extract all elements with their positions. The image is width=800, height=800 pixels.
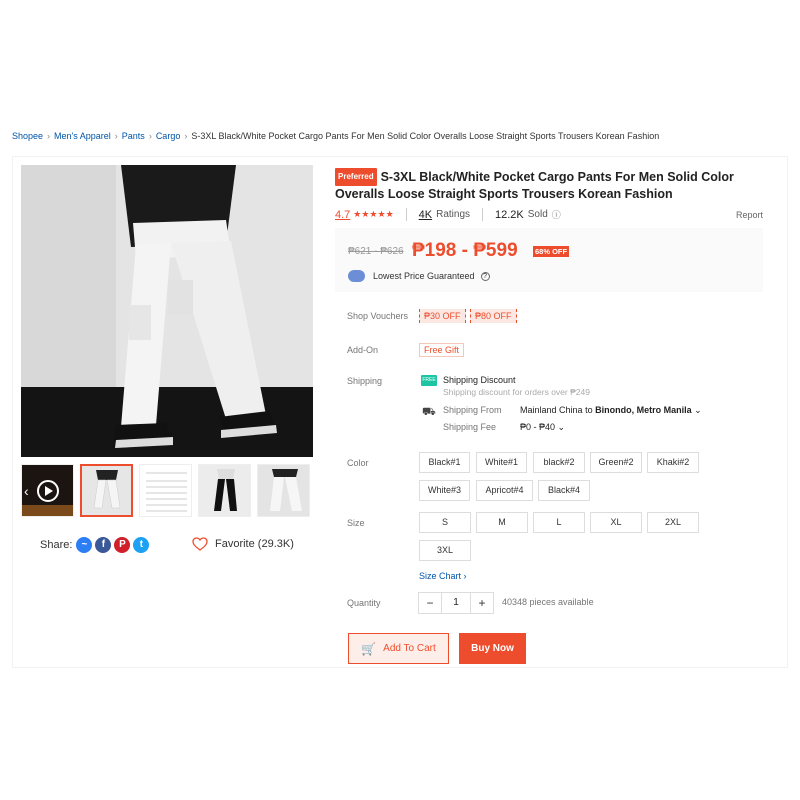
ratings-label: Ratings bbox=[436, 209, 471, 220]
chevron-right-icon: › bbox=[114, 131, 118, 141]
breadcrumb-pants[interactable]: Pants bbox=[122, 131, 145, 141]
report-link[interactable]: Report bbox=[736, 210, 763, 220]
size-option[interactable]: 3XL bbox=[419, 540, 471, 561]
discount-badge: 68% OFF bbox=[533, 246, 570, 257]
thumbnail-image-4[interactable] bbox=[257, 464, 310, 517]
sold-count: 12.2K bbox=[495, 208, 524, 221]
question-icon[interactable]: ? bbox=[480, 271, 490, 281]
quantity-input[interactable]: 1 bbox=[441, 593, 471, 613]
size-label: Size bbox=[347, 518, 365, 528]
size-option[interactable]: S bbox=[419, 512, 471, 533]
voucher-80-off[interactable]: ₱80 OFF bbox=[470, 309, 517, 323]
stock-available: 40348 pieces available bbox=[502, 597, 594, 607]
star-rating-icon: ★★★★★ bbox=[353, 209, 394, 219]
shipping-discount-title: Shipping Discount bbox=[443, 375, 516, 385]
facebook-icon[interactable]: f bbox=[95, 537, 112, 553]
thumbnail-strip: ‹ bbox=[21, 464, 310, 517]
size-option[interactable]: XL bbox=[590, 512, 642, 533]
lowest-price-label: Lowest Price Guaranteed bbox=[373, 271, 475, 281]
favorite-button[interactable]: Favorite (29.3K) bbox=[192, 537, 294, 551]
thumbnail-image-1[interactable] bbox=[80, 464, 133, 517]
size-option[interactable]: L bbox=[533, 512, 585, 533]
current-price: ₱198 - ₱599 bbox=[412, 240, 518, 261]
divider bbox=[405, 208, 407, 221]
shipping-origin: Mainland China bbox=[520, 405, 583, 415]
size-option[interactable]: M bbox=[476, 512, 528, 533]
voucher-30-off[interactable]: ₱30 OFF bbox=[419, 309, 466, 323]
shipping-destination: Binondo, Metro Manila bbox=[595, 405, 692, 415]
breadcrumb-shopee[interactable]: Shopee bbox=[12, 131, 43, 141]
truck-icon: ⛟ bbox=[422, 406, 436, 418]
addon-label: Add-On bbox=[347, 345, 379, 355]
add-to-cart-button[interactable]: 🛒 Add To Cart bbox=[348, 633, 449, 664]
chevron-down-icon: ⌄ bbox=[694, 405, 702, 415]
chevron-down-icon: ⌄ bbox=[557, 422, 566, 432]
free-shipping-icon: FREE bbox=[421, 375, 437, 386]
info-icon[interactable]: ⓘ bbox=[552, 208, 561, 221]
breadcrumb-cargo[interactable]: Cargo bbox=[156, 131, 181, 141]
share-row: Share: ~ f P t bbox=[40, 537, 152, 553]
shipping-fee-amount: ₱0 - ₱40 bbox=[520, 422, 556, 432]
product-stats: 4.7 ★★★★★ 4K Ratings 12.2K Sold ⓘ Report bbox=[335, 208, 763, 221]
shipping-fee-label: Shipping Fee bbox=[443, 422, 497, 432]
size-chart-label: Size Chart bbox=[419, 571, 462, 581]
shipping-to: to bbox=[585, 405, 593, 415]
share-label: Share: bbox=[40, 539, 73, 551]
original-price: ₱621 - ₱626 bbox=[348, 246, 404, 257]
size-chart-link[interactable]: Size Chart › bbox=[419, 571, 467, 581]
plus-button[interactable]: + bbox=[471, 593, 493, 613]
color-option[interactable]: Black#4 bbox=[538, 480, 590, 501]
shipping-from-value[interactable]: Mainland China to Binondo, Metro Manila … bbox=[520, 405, 702, 416]
chevron-right-icon: › bbox=[184, 131, 188, 141]
color-option[interactable]: Khaki#2 bbox=[647, 452, 699, 473]
quantity-stepper: − 1 + bbox=[418, 592, 494, 614]
shipping-label: Shipping bbox=[347, 376, 383, 386]
divider bbox=[482, 208, 484, 221]
color-option[interactable]: Apricot#4 bbox=[476, 480, 533, 501]
sold-label: Sold bbox=[527, 209, 548, 220]
chevron-right-icon: › bbox=[47, 131, 51, 141]
free-gift-tag[interactable]: Free Gift bbox=[419, 343, 465, 357]
chevron-left-icon[interactable]: ‹ bbox=[24, 481, 36, 501]
color-option[interactable]: black#2 bbox=[533, 452, 585, 473]
color-option[interactable]: Black#1 bbox=[419, 452, 470, 473]
ratings-count[interactable]: 4K bbox=[419, 209, 432, 221]
product-main-image[interactable] bbox=[21, 165, 313, 457]
thumbnail-image-3[interactable] bbox=[198, 464, 251, 517]
price-box: ₱621 - ₱626 ₱198 - ₱599 68% OFF Lowest P… bbox=[335, 228, 763, 292]
thumbnail-video[interactable]: ‹ bbox=[21, 464, 74, 517]
size-option[interactable]: 2XL bbox=[647, 512, 699, 533]
chevron-right-icon: › bbox=[148, 131, 152, 141]
breadcrumb-current: S-3XL Black/White Pocket Cargo Pants For… bbox=[191, 131, 660, 141]
product-title-block: Preferred S-3XL Black/White Pocket Cargo … bbox=[335, 168, 755, 202]
shipping-discount-subtitle: Shipping discount for orders over ₱249 bbox=[443, 387, 590, 397]
minus-button[interactable]: − bbox=[419, 593, 441, 613]
twitter-icon[interactable]: t bbox=[133, 537, 150, 553]
rating-value[interactable]: 4.7 bbox=[335, 209, 350, 221]
cart-icon: 🛒 bbox=[361, 641, 377, 656]
color-label: Color bbox=[347, 458, 369, 468]
color-option[interactable]: Green#2 bbox=[590, 452, 642, 473]
vouchers-label: Shop Vouchers bbox=[347, 311, 409, 321]
chevron-right-icon: › bbox=[463, 571, 467, 581]
pinterest-icon[interactable]: P bbox=[114, 537, 131, 553]
shipping-from-label: Shipping From bbox=[443, 405, 502, 415]
shipping-fee-value[interactable]: ₱0 - ₱40 ⌄ bbox=[520, 422, 565, 433]
heart-icon bbox=[192, 537, 208, 551]
product-title: S-3XL Black/White Pocket Cargo Pants For… bbox=[335, 170, 734, 201]
color-option[interactable]: White#3 bbox=[419, 480, 470, 501]
breadcrumb: Shopee › Men's Apparel › Pants › Cargo › S-3… bbox=[12, 131, 659, 141]
messenger-icon[interactable]: ~ bbox=[76, 537, 93, 553]
add-to-cart-label: Add To Cart bbox=[383, 643, 436, 654]
quantity-label: Quantity bbox=[347, 598, 381, 608]
preferred-badge: Preferred bbox=[335, 168, 377, 186]
thumbnail-size-chart[interactable] bbox=[139, 464, 192, 517]
favorite-label: Favorite (29.3K) bbox=[215, 538, 294, 550]
color-option[interactable]: White#1 bbox=[476, 452, 527, 473]
breadcrumb-mens-apparel[interactable]: Men's Apparel bbox=[54, 131, 111, 141]
guarantee-icon bbox=[348, 270, 365, 282]
buy-now-button[interactable]: Buy Now bbox=[459, 633, 526, 664]
lowest-price-guarantee: Lowest Price Guaranteed ? bbox=[348, 270, 490, 282]
